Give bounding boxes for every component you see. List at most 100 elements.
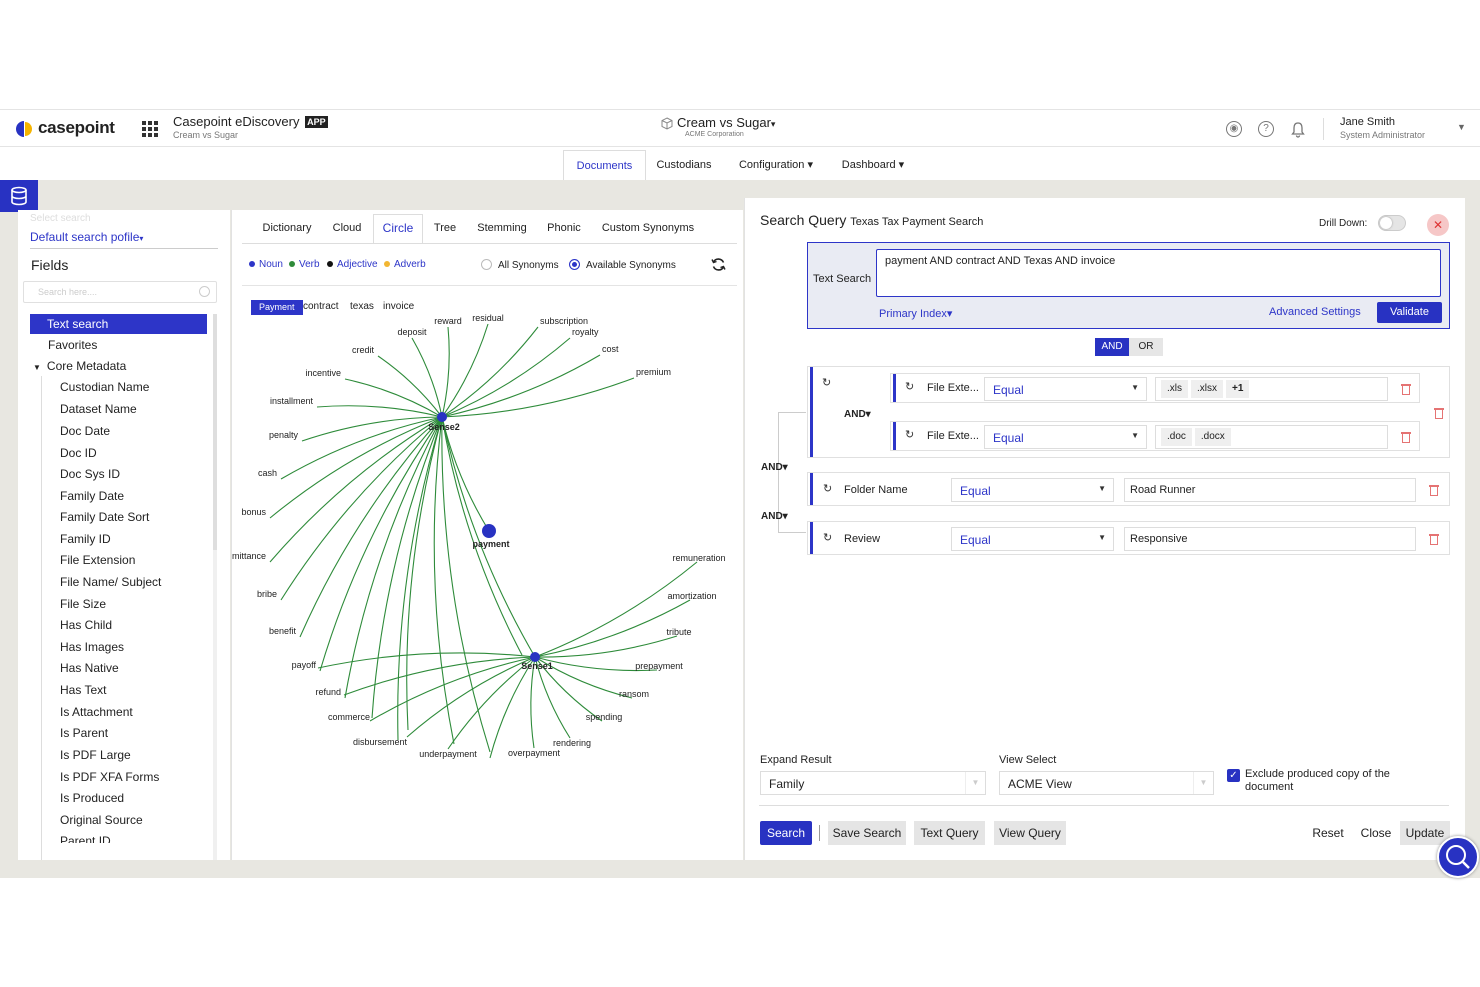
tab-dashboard[interactable]: Dashboard ▾ (838, 150, 908, 180)
expand-result-select[interactable]: Family ▼ (760, 771, 986, 795)
sense2-node[interactable] (437, 412, 447, 422)
synonym-word-label[interactable]: payoff (292, 660, 317, 670)
radio-available-synonyms[interactable]: Available Synonyms (569, 259, 676, 271)
view-query-button[interactable]: View Query (994, 821, 1066, 845)
condition-operator-select[interactable]: Equal ▼ (984, 377, 1147, 401)
field-item[interactable]: Is PDF Large (60, 745, 131, 765)
and-toggle-button[interactable]: AND (1095, 338, 1129, 356)
refresh-icon[interactable] (711, 257, 726, 272)
delete-trash-icon[interactable] (1429, 484, 1439, 496)
close-button[interactable]: Close (1356, 821, 1396, 845)
tab-documents[interactable]: Documents (563, 150, 646, 180)
field-item[interactable]: File Size (60, 594, 106, 614)
synonym-word-label[interactable]: spending (586, 712, 623, 722)
field-item-text-search[interactable]: Text search (30, 314, 207, 334)
condition-refresh-icon[interactable]: ↻ (905, 428, 914, 441)
synonym-word-label[interactable]: cost (602, 344, 619, 354)
synonym-word-label[interactable]: reward (434, 316, 462, 326)
condition-value-input[interactable]: Road Runner (1124, 478, 1416, 502)
synonym-word-label[interactable]: remittance (232, 551, 266, 561)
synonym-word-label[interactable]: penalty (269, 430, 299, 440)
tab-tree[interactable]: Tree (428, 210, 462, 240)
synonym-word-label[interactable]: deposit (397, 327, 427, 337)
group-and-operator[interactable]: AND▾ (844, 409, 871, 420)
delete-trash-icon[interactable] (1429, 533, 1439, 545)
condition-operator-select[interactable]: Equal ▼ (951, 527, 1114, 551)
synonym-word-label[interactable]: bonus (241, 507, 266, 517)
synonym-word-label[interactable]: royalty (572, 327, 599, 337)
synonym-word-label[interactable]: remuneration (672, 553, 725, 563)
condition-value-input[interactable]: Responsive (1124, 527, 1416, 551)
save-search-button[interactable]: Save Search (828, 821, 906, 845)
field-item[interactable]: Parent ID (60, 831, 111, 843)
search-button[interactable]: Search (760, 821, 812, 845)
field-item[interactable]: Dataset Name (60, 399, 137, 419)
field-search-input[interactable]: Search here.... (23, 281, 217, 303)
field-item[interactable]: Custodian Name (60, 377, 149, 397)
synonym-word-label[interactable]: rendering (553, 738, 591, 748)
apps-grid-icon[interactable] (142, 121, 158, 137)
field-item-favorites[interactable]: Favorites (48, 335, 97, 355)
synonym-word-label[interactable]: underpayment (419, 749, 477, 759)
tab-configuration[interactable]: Configuration ▾ (734, 150, 818, 180)
condition-refresh-icon[interactable]: ↻ (823, 482, 832, 495)
condition-refresh-icon[interactable]: ↻ (905, 380, 914, 393)
synonym-word-label[interactable]: tribute (666, 627, 691, 637)
field-item[interactable]: Doc Sys ID (60, 464, 120, 484)
sense2-label[interactable]: Sense2 (428, 422, 460, 432)
outer-and-operator-2[interactable]: AND▾ (761, 511, 788, 522)
field-item[interactable]: Doc ID (60, 443, 97, 463)
or-toggle-button[interactable]: OR (1129, 338, 1163, 356)
profile-circle-icon[interactable]: ◉ (1226, 121, 1242, 137)
field-item[interactable]: Is Attachment (60, 702, 133, 722)
fields-scrollbar[interactable] (213, 314, 217, 860)
field-item[interactable]: Has Images (60, 637, 124, 657)
synonym-word-label[interactable]: residual (472, 313, 504, 323)
case-selector[interactable]: Cream vs Sugar▾ (677, 115, 775, 130)
tab-custom-synonyms[interactable]: Custom Synonyms (596, 210, 700, 240)
field-item[interactable]: Has Child (60, 615, 112, 635)
delete-trash-icon[interactable] (1401, 383, 1411, 395)
condition-refresh-icon[interactable]: ↻ (823, 531, 832, 544)
view-select[interactable]: ACME View ▼ (999, 771, 1214, 795)
group-refresh-icon[interactable]: ↻ (822, 376, 831, 389)
outer-and-operator[interactable]: AND▾ (761, 462, 788, 473)
synonym-word-label[interactable]: commerce (328, 712, 370, 722)
radio-all-synonyms[interactable]: All Synonyms (481, 259, 559, 271)
user-menu-caret-icon[interactable]: ▼ (1457, 122, 1466, 132)
scrollbar-thumb[interactable] (213, 314, 217, 550)
synonym-word-label[interactable]: installment (270, 396, 314, 406)
synonym-word-label[interactable]: credit (352, 345, 375, 355)
more-values-chip[interactable]: +1 (1226, 380, 1250, 398)
value-chip[interactable]: .docx (1194, 428, 1231, 446)
field-item[interactable]: File Name/ Subject (60, 572, 161, 592)
condition-value-input[interactable]: .xls .xlsx +1 (1155, 377, 1388, 401)
sense1-label[interactable]: Sense1 (521, 661, 553, 671)
synonym-word-label[interactable]: overpayment (508, 748, 561, 758)
field-item[interactable]: Has Native (60, 658, 119, 678)
synonym-word-label[interactable]: cash (258, 468, 277, 478)
field-item[interactable]: Doc Date (60, 421, 110, 441)
condition-operator-select[interactable]: Equal ▼ (984, 425, 1147, 449)
payment-center-label[interactable]: payment (472, 539, 509, 549)
tab-stemming[interactable]: Stemming (472, 210, 532, 240)
field-item[interactable]: Is Parent (60, 723, 108, 743)
field-group-core-metadata[interactable]: ▼ Core Metadata (33, 356, 126, 376)
field-item[interactable]: Family ID (60, 529, 111, 549)
field-item[interactable]: Is Produced (60, 788, 124, 808)
primary-index-dropdown[interactable]: Primary Index▾ (879, 307, 952, 320)
tab-dictionary[interactable]: Dictionary (254, 210, 320, 240)
synonym-word-label[interactable]: bribe (257, 589, 277, 599)
synonym-word-label[interactable]: incentive (305, 368, 341, 378)
synonym-word-label[interactable]: disbursement (353, 737, 408, 747)
help-icon[interactable]: ? (1258, 121, 1274, 137)
payment-center-node[interactable] (482, 524, 496, 538)
search-profile-dropdown[interactable]: Default search pofile▾ (30, 230, 218, 249)
condition-value-input[interactable]: .doc .docx (1155, 425, 1388, 449)
tab-cloud[interactable]: Cloud (326, 210, 368, 240)
field-item[interactable]: Is PDF XFA Forms (60, 767, 159, 787)
synonym-word-label[interactable]: amortization (667, 591, 716, 601)
bell-icon[interactable] (1290, 121, 1306, 138)
database-toggle-button[interactable] (0, 180, 38, 212)
synonym-word-label[interactable]: subscription (540, 316, 588, 326)
